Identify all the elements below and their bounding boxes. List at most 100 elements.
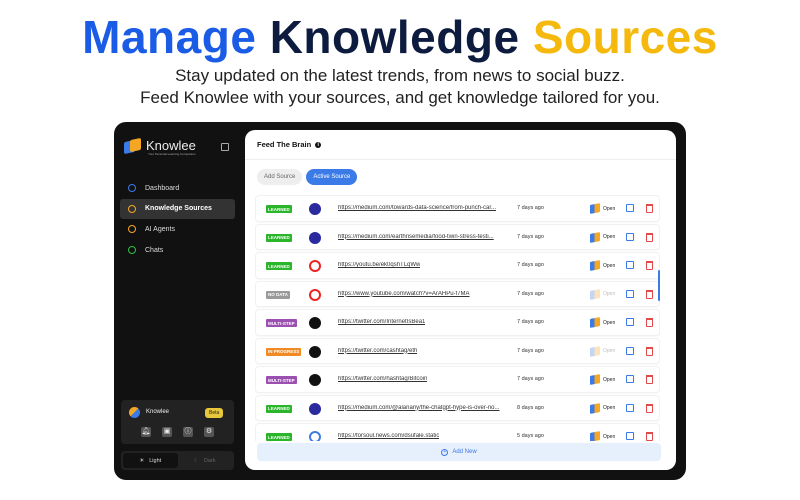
external-link-icon[interactable] [626, 289, 634, 298]
open-in-knowlee-button[interactable]: Open [590, 231, 615, 243]
trash-icon[interactable] [646, 403, 653, 413]
table-row: LEARNED https://medium.com/@alanany/the-… [255, 394, 660, 421]
brain-icon [128, 204, 136, 213]
external-link-icon[interactable] [626, 403, 634, 412]
table-row: LEARNED https://forsoul.news.com/dsufale… [255, 423, 660, 441]
trash-icon[interactable] [646, 232, 653, 242]
moon-icon: ☾ [193, 457, 199, 464]
source-list: LEARNED https://medium.com/towards-data-… [255, 195, 660, 441]
external-link-icon[interactable] [626, 375, 634, 383]
title-word: Knowledge [269, 11, 520, 63]
table-row: LEARNED https://medium.com/earthrisemedi… [255, 223, 660, 250]
sidebar-item-knowledge-sources[interactable]: Knowledge Sources [120, 198, 235, 219]
external-link-icon[interactable] [626, 204, 634, 212]
tab-add-source[interactable]: Add Source [257, 169, 303, 185]
trash-icon[interactable] [646, 346, 653, 356]
open-in-knowlee-button[interactable]: Open [590, 402, 615, 414]
trash-icon[interactable] [646, 261, 653, 270]
tab-active-source[interactable]: Active Source [306, 169, 358, 185]
sidebar: Knowlee Your Personal Learning Companion… [114, 122, 245, 480]
status-badge: MULTI-STEP [266, 319, 297, 327]
plus-icon: + [441, 448, 449, 456]
open-label: Open [603, 348, 616, 354]
external-link-icon[interactable] [626, 232, 634, 241]
source-url-link[interactable]: https://youtu.be/ek0qshTLqWw [338, 262, 420, 268]
sidebar-item-ai-agents[interactable]: AI Agents [120, 219, 235, 239]
web-icon [309, 431, 321, 441]
source-url-link[interactable]: https://medium.com/towards-data-science/… [338, 205, 496, 211]
knowlee-logo-icon [590, 260, 600, 271]
knowlee-logo-icon [590, 231, 600, 243]
scrollbar[interactable] [658, 270, 660, 301]
external-link-icon[interactable] [626, 346, 634, 355]
light-theme-button[interactable]: ☀ Light [123, 453, 178, 468]
youtube-icon [309, 288, 321, 301]
open-in-knowlee-button[interactable]: Open [590, 203, 616, 214]
open-label: Open [603, 291, 616, 297]
external-link-icon[interactable] [626, 318, 634, 326]
open-label: Open [603, 319, 616, 326]
status-badge: IN PROGRESS [266, 347, 302, 356]
source-url-link[interactable]: https://www.youtube.com/watch?v=ArAHPu-f… [338, 291, 470, 297]
clock-icon [128, 184, 136, 192]
add-new-button[interactable]: + Add New [257, 443, 661, 461]
source-url-link[interactable]: https://medium.com/@alanany/the-chatgpt-… [338, 405, 500, 411]
grid-icon [128, 225, 136, 234]
add-new-label: Add New [452, 449, 477, 455]
open-in-knowlee-button[interactable]: Open [590, 317, 616, 328]
sidebar-nav: Dashboard Knowledge Sources AI Agents Chats [120, 178, 235, 261]
status-badge: LEARNED [266, 205, 292, 213]
table-row: IN PROGRESS https://twitter.com/cashtag/… [255, 337, 660, 364]
sun-icon: ☀ [139, 457, 145, 464]
light-label: Light [149, 457, 162, 464]
sidebar-item-dashboard[interactable]: Dashboard [120, 178, 235, 198]
open-in-knowlee-button[interactable]: Open [590, 374, 616, 385]
logo: Knowlee [124, 137, 196, 154]
source-url-link[interactable]: https://medium.com/earthrisemedia/food-t… [338, 234, 494, 240]
open-label: Open [603, 205, 616, 212]
status-badge: NO DATA [266, 290, 290, 299]
status-badge: MULTI-STEP [266, 376, 297, 384]
status-badge: LEARNED [266, 404, 292, 413]
date-added: 7 days ago [517, 347, 544, 354]
beta-badge: Beta [205, 408, 224, 418]
source-url-link[interactable]: https://twitter.com/cashtag/eth [338, 348, 417, 354]
table-row: MULTI-STEP https://twitter.com/InternetI… [255, 309, 660, 336]
external-link-icon[interactable] [626, 432, 634, 440]
dark-label: Dark [203, 457, 216, 464]
logo-icon [124, 137, 142, 154]
table-row: NO DATA https://www.youtube.com/watch?v=… [255, 280, 660, 307]
gift-icon[interactable]: ▣ [162, 427, 172, 437]
main-panel: Feed The Brain i Add Source Active Source… [245, 130, 676, 470]
info-icon[interactable]: i [315, 141, 322, 148]
settings-icon[interactable]: ⚙ [204, 427, 214, 437]
dark-theme-button[interactable]: ☾ Dark [178, 453, 233, 468]
sidebar-toggle-icon[interactable] [221, 143, 229, 151]
date-added: 8 days ago [517, 404, 544, 411]
source-url-link[interactable]: https://twitter.com/hashtag/Bitcoin [338, 376, 427, 382]
x-icon [309, 345, 321, 358]
trash-icon[interactable] [646, 318, 653, 327]
open-in-knowlee-button[interactable]: Open [590, 288, 616, 300]
trash-icon[interactable] [646, 375, 653, 384]
trash-icon[interactable] [646, 432, 653, 441]
theme-toggle: ☀ Light ☾ Dark [121, 451, 234, 470]
table-row: MULTI-STEP https://twitter.com/hashtag/B… [255, 366, 660, 393]
source-url-link[interactable]: https://twitter.com/InternetIsBea1 [338, 319, 425, 325]
medium-icon [309, 231, 321, 244]
title-word: Manage [82, 11, 257, 63]
sidebar-item-chats[interactable]: Chats [120, 240, 235, 260]
date-added: 7 days ago [517, 205, 544, 211]
trash-icon[interactable] [646, 289, 653, 299]
info-icon[interactable]: ⓘ [183, 427, 193, 437]
open-in-knowlee-button[interactable]: Open [590, 431, 615, 441]
date-added: 5 days ago [517, 433, 544, 439]
source-url-link[interactable]: https://forsoul.news.com/dsufale.static [338, 433, 439, 439]
table-row: LEARNED https://youtu.be/ek0qshTLqWw 7 d… [255, 252, 660, 279]
open-label: Open [603, 376, 616, 383]
external-link-icon[interactable] [626, 261, 634, 269]
open-in-knowlee-button[interactable]: Open [590, 345, 616, 357]
trash-icon[interactable] [646, 204, 653, 213]
bell-icon[interactable]: 🔔︎ [141, 427, 151, 437]
open-in-knowlee-button[interactable]: Open [590, 260, 615, 271]
